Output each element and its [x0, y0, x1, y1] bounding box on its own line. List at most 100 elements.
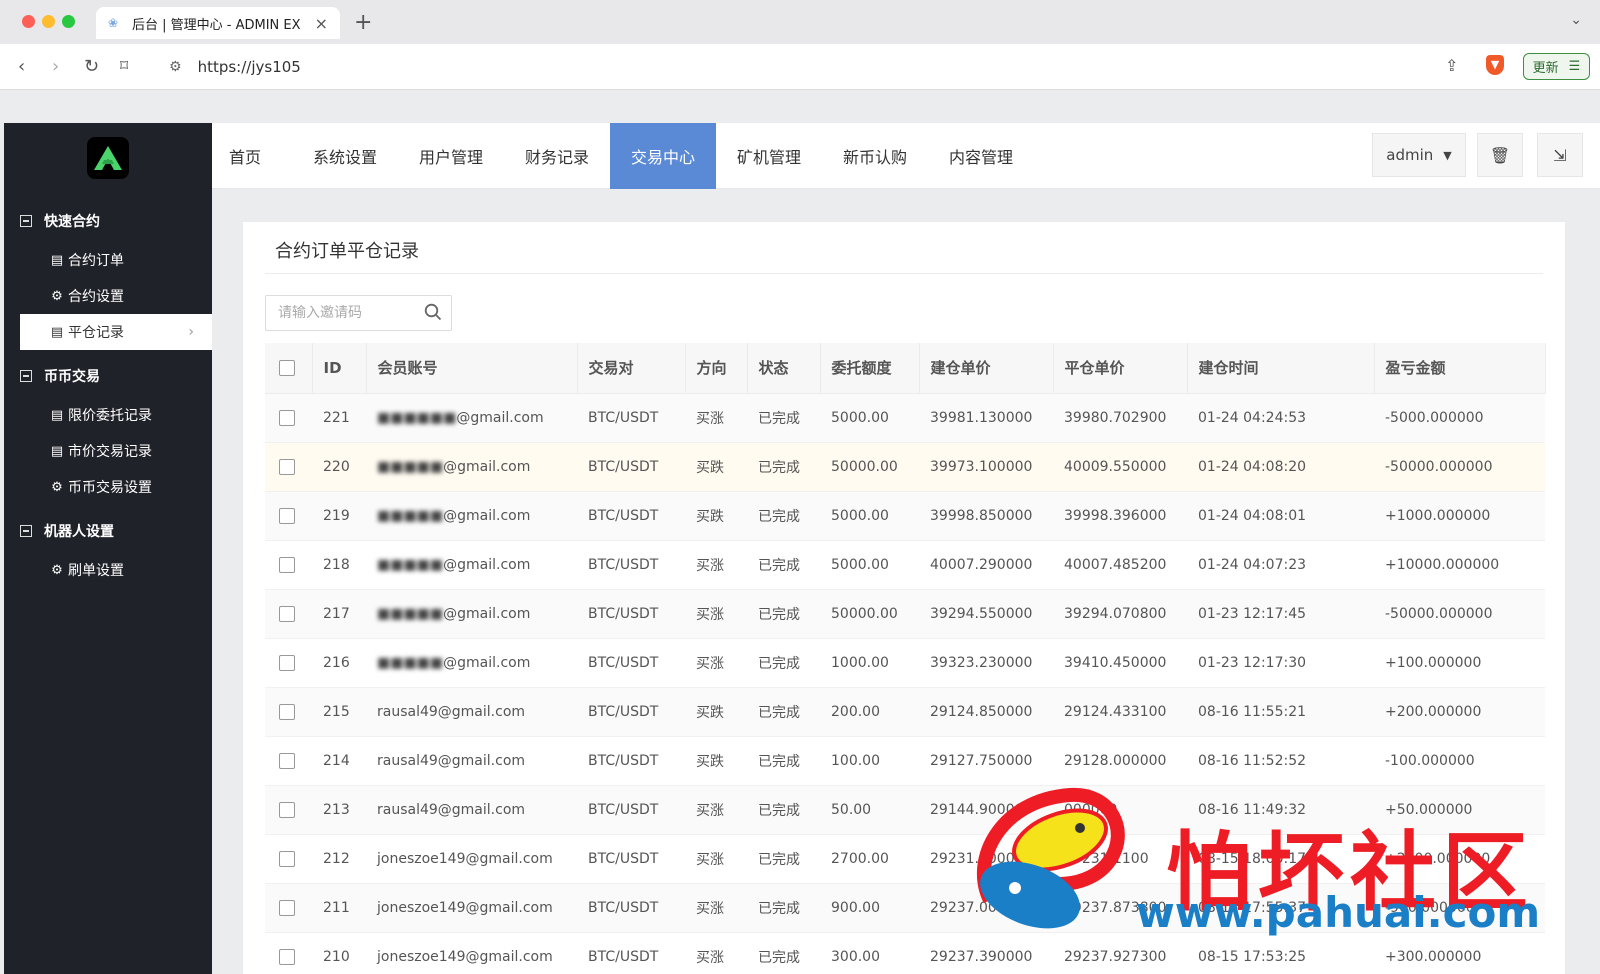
cell-id: 220 — [312, 442, 366, 492]
forward-icon[interactable]: › — [52, 56, 59, 77]
row-checkbox[interactable] — [279, 556, 295, 573]
cell-open-price: 29231.000000 — [919, 834, 1053, 884]
close-window-button[interactable] — [22, 15, 35, 28]
sidebar-item-close-records[interactable]: ▤ 平仓记录 › — [20, 314, 212, 350]
row-select-cell — [265, 393, 312, 443]
row-select-cell — [265, 491, 312, 541]
cell-account: ■■■■■@gmail.com — [366, 540, 577, 590]
search-icon[interactable] — [424, 303, 442, 321]
row-select-cell — [265, 785, 312, 835]
redacted-account: ■■■■■ — [377, 458, 444, 475]
sidebar-group-robot-settings[interactable]: 机器人设置 — [20, 521, 114, 541]
minimize-window-button[interactable] — [42, 15, 55, 28]
cell-open-price: 39973.100000 — [919, 442, 1053, 492]
cell-close-price: 40009.550000 — [1053, 442, 1187, 492]
cell-direction: 买跌 — [685, 687, 747, 737]
cell-id: 214 — [312, 736, 366, 786]
column-header: 建仓单价 — [919, 343, 1054, 394]
cell-profit-loss: -50000.000000 — [1374, 589, 1545, 639]
share-icon[interactable]: ⇪ — [1445, 56, 1458, 75]
update-button[interactable]: 更新 ☰ — [1523, 53, 1590, 80]
row-checkbox[interactable] — [279, 409, 295, 426]
gear-icon: ⚙ — [51, 479, 63, 495]
nav-miner-management[interactable]: 矿机管理 — [716, 123, 822, 189]
brave-shield-icon[interactable]: ▼ — [1486, 55, 1504, 75]
invite-code-input[interactable] — [278, 305, 418, 321]
cell-account: ■■■■■@gmail.com — [366, 638, 577, 688]
table-row: 216 ■■■■■@gmail.com BTC/USDT 买涨 已完成 1000.00 39… — [265, 638, 1545, 688]
menu-icon: ☰ — [1568, 59, 1581, 74]
row-checkbox[interactable] — [279, 458, 295, 475]
cell-profit-loss: -50000.000000 — [1374, 442, 1545, 492]
nav-new-coin-subscription[interactable]: 新币认购 — [822, 123, 928, 189]
bookmark-icon[interactable]: ⌑ — [120, 56, 128, 75]
sidebar-group-label: 快速合约 — [44, 214, 100, 230]
cell-open-time: 01-24 04:07:23 — [1187, 540, 1374, 590]
select-all-checkbox[interactable] — [279, 360, 295, 377]
row-checkbox[interactable] — [279, 801, 295, 818]
nav-home[interactable]: 首页 — [212, 123, 278, 189]
row-checkbox[interactable] — [279, 948, 295, 965]
sidebar-item-bot-settings[interactable]: ⚙ 刷单设置 — [20, 552, 212, 588]
sidebar-group-quick-contract[interactable]: 快速合约 — [20, 211, 100, 231]
back-icon[interactable]: ‹ — [18, 56, 25, 77]
cell-profit-loss: +2700.000000 — [1374, 834, 1545, 884]
maximize-window-button[interactable] — [62, 15, 75, 28]
reload-icon[interactable]: ↻ — [84, 56, 99, 77]
new-tab-icon[interactable]: + — [354, 10, 372, 35]
row-checkbox[interactable] — [279, 654, 295, 671]
url-field[interactable]: ⚙ https://jys105 — [155, 51, 1450, 83]
tab-close-icon[interactable]: × — [315, 14, 328, 33]
clear-cache-button[interactable]: 🗑 — [1477, 133, 1523, 177]
cell-open-time: 08-16 11:55:21 — [1187, 687, 1374, 737]
cell-close-price: 29237.873800 — [1053, 883, 1187, 933]
browser-tab[interactable]: ❀ 后台 | 管理中心 - ADMIN EX × — [96, 7, 340, 39]
nav-finance-records[interactable]: 财务记录 — [504, 123, 610, 189]
column-header: 委托额度 — [820, 343, 920, 394]
title-divider — [265, 273, 1543, 274]
sidebar-item-contract-orders[interactable]: ▤ 合约订单 — [20, 242, 212, 278]
row-checkbox[interactable] — [279, 507, 295, 524]
chevron-right-icon: › — [188, 324, 194, 340]
sidebar-item-limit-orders[interactable]: ▤ 限价委托记录 — [20, 397, 212, 433]
row-checkbox[interactable] — [279, 850, 295, 867]
row-checkbox[interactable] — [279, 899, 295, 916]
cell-account: ■■■■■@gmail.com — [366, 491, 577, 541]
cell-pair: BTC/USDT — [577, 883, 685, 933]
cell-direction: 买跌 — [685, 736, 747, 786]
row-checkbox[interactable] — [279, 605, 295, 622]
nav-user-management[interactable]: 用户管理 — [398, 123, 504, 189]
browser-tab-bar: ❀ 后台 | 管理中心 - ADMIN EX × + ⌄ — [0, 0, 1600, 44]
nav-content-management[interactable]: 内容管理 — [928, 123, 1034, 189]
sidebar-item-contract-settings[interactable]: ⚙ 合约设置 — [20, 278, 212, 314]
site-settings-icon[interactable]: ⚙ — [169, 59, 182, 75]
cell-id: 211 — [312, 883, 366, 933]
logout-button[interactable]: ⇲ — [1537, 133, 1583, 177]
cell-direction: 买跌 — [685, 442, 747, 492]
nav-system-settings[interactable]: 系统设置 — [292, 123, 398, 189]
admin-dropdown[interactable]: admin ▼ — [1372, 133, 1466, 177]
sidebar-item-spot-settings[interactable]: ⚙ 币币交易设置 — [20, 469, 212, 505]
account-text: @gmail.com — [456, 409, 544, 426]
cell-open-time: 01-23 12:17:45 — [1187, 589, 1374, 639]
cell-id: 217 — [312, 589, 366, 639]
logout-icon: ⇲ — [1553, 145, 1567, 165]
cell-profit-loss: +10000.000000 — [1374, 540, 1545, 590]
cell-status: 已完成 — [747, 736, 820, 786]
row-checkbox[interactable] — [279, 703, 295, 720]
sidebar-item-label: 合约设置 — [68, 289, 124, 305]
cell-open-price: 29124.850000 — [919, 687, 1053, 737]
tab-list-chevron-icon[interactable]: ⌄ — [1570, 12, 1582, 28]
nav-trading-center[interactable]: 交易中心 — [610, 123, 716, 189]
row-checkbox[interactable] — [279, 752, 295, 769]
sidebar-item-market-orders[interactable]: ▤ 市价交易记录 — [20, 433, 212, 469]
sidebar-group-spot-trading[interactable]: 币币交易 — [20, 366, 100, 386]
account-text: rausal49@gmail.com — [377, 703, 526, 720]
cell-id: 216 — [312, 638, 366, 688]
cell-open-price: 40007.290000 — [919, 540, 1053, 590]
cell-profit-loss: +200.000000 — [1374, 687, 1545, 737]
invite-code-search — [265, 295, 452, 331]
cell-pair: BTC/USDT — [577, 589, 685, 639]
app-logo[interactable] — [87, 137, 129, 179]
cell-direction: 买涨 — [685, 638, 747, 688]
